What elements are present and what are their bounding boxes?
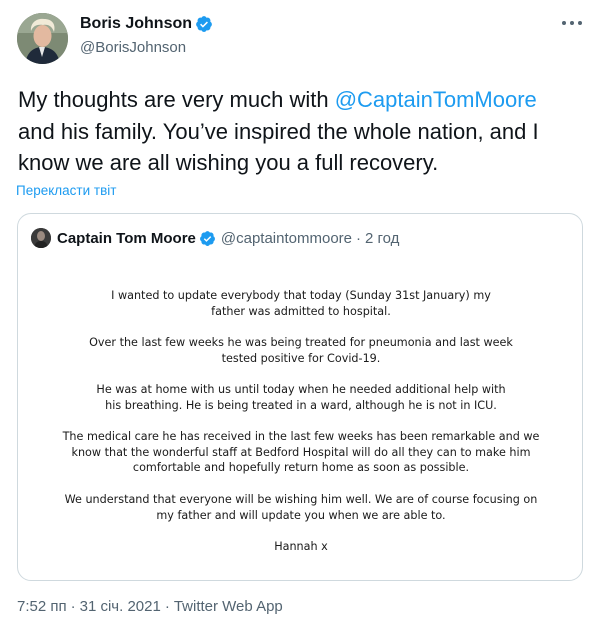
quoted-author-handle[interactable]: @captaintommoore [221, 230, 352, 247]
separator-dot: · [356, 229, 362, 247]
tweet-source-link[interactable]: Twitter Web App [174, 598, 283, 615]
author-handle[interactable]: @BorisJohnson [80, 39, 213, 56]
quoted-image-letter: I wanted to update everybody that today … [32, 264, 570, 568]
tweet-metadata: 7:52 пп · 31 січ. 2021 · Twitter Web App [17, 598, 283, 615]
verified-badge-icon [199, 230, 215, 246]
quoted-tweet-header: Captain Tom Moore @captaintommoore · 2 г… [31, 228, 399, 248]
separator-dot: · [164, 598, 170, 615]
tweet-text: My thoughts are very much with @CaptainT… [18, 84, 578, 179]
translate-tweet-link[interactable]: Перекласти твіт [16, 183, 116, 198]
tweet-time[interactable]: 7:52 пп [17, 598, 67, 615]
tweet-date[interactable]: 31 січ. 2021 [80, 598, 161, 615]
tweet-author: Boris Johnson @BorisJohnson [80, 14, 213, 56]
more-options-icon[interactable] [562, 16, 582, 30]
avatar[interactable] [17, 13, 68, 64]
letter-paragraph: Over the last few weeks he was being tre… [89, 336, 513, 365]
tweet-text-end: and his family. You’ve inspired the whol… [18, 118, 539, 176]
tweet-text-start: My thoughts are very much with [18, 87, 335, 112]
quoted-avatar[interactable] [31, 228, 51, 248]
letter-signature: Hannah x [274, 540, 328, 553]
quoted-tweet-age[interactable]: 2 год [365, 230, 399, 247]
letter-paragraph: We understand that everyone will be wish… [64, 493, 538, 522]
quoted-tweet[interactable]: Captain Tom Moore @captaintommoore · 2 г… [17, 213, 583, 581]
separator-dot: · [70, 598, 76, 615]
tweet: Boris Johnson @BorisJohnson My thoughts … [0, 0, 596, 632]
author-name[interactable]: Boris Johnson [80, 15, 192, 33]
verified-badge-icon [196, 16, 212, 32]
letter-paragraph: The medical care he has received in the … [62, 430, 540, 474]
letter-paragraph: I wanted to update everybody that today … [111, 289, 491, 318]
quoted-author-name[interactable]: Captain Tom Moore [57, 230, 196, 247]
letter-paragraph: He was at home with us until today when … [96, 383, 506, 412]
mention-link[interactable]: @CaptainTomMoore [335, 87, 537, 112]
